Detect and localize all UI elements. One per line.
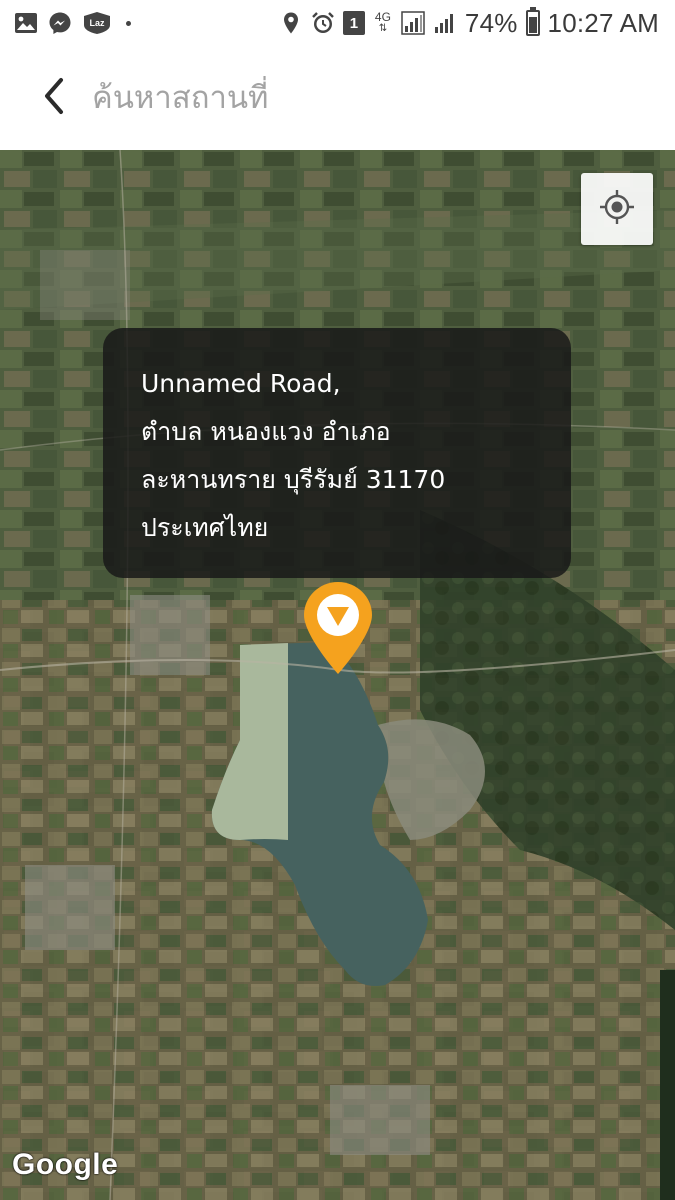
lazada-icon: Laz <box>82 11 112 35</box>
chevron-left-icon <box>39 76 69 120</box>
map-view[interactable]: Unnamed Road, ตำบล หนองแวง อำเภอ ละหานทร… <box>0 150 675 1200</box>
status-bar-notifications: Laz <box>14 10 131 36</box>
image-icon <box>14 11 38 35</box>
back-button[interactable] <box>30 74 78 122</box>
location-icon <box>279 11 303 35</box>
my-location-icon <box>597 187 637 231</box>
messenger-icon <box>48 11 72 35</box>
dot-icon <box>126 20 131 26</box>
svg-text:Laz: Laz <box>89 18 105 28</box>
address-line-4: ประเทศไทย <box>141 513 269 542</box>
address-line-1: Unnamed Road, <box>141 369 341 398</box>
battery-icon <box>525 7 540 36</box>
signal-1-icon <box>401 11 425 35</box>
search-input[interactable] <box>92 70 632 126</box>
status-bar-system: 1 4G ⇅ 74% 10:27 AM <box>279 7 659 38</box>
network-4g-icon: 4G ⇅ <box>374 10 391 34</box>
app-bar <box>0 46 675 150</box>
address-line-2: ตำบล หนองแวง อำเภอ <box>141 417 391 446</box>
battery-percent: 74% <box>464 7 518 38</box>
map-pin[interactable] <box>302 580 374 676</box>
signal-2-icon <box>433 11 457 35</box>
alarm-icon <box>311 11 335 35</box>
status-bar: Laz 1 4G ⇅ 74% 10:27 AM <box>0 0 675 46</box>
map-pin-icon <box>302 582 374 680</box>
address-line-3: ละหานทราย บุรีรัมย์ 31170 <box>141 465 446 494</box>
google-attribution: Google <box>12 1148 119 1181</box>
my-location-button[interactable] <box>581 173 653 245</box>
sim-icon: 1 <box>342 11 365 35</box>
address-info-window[interactable]: Unnamed Road, ตำบล หนองแวง อำเภอ ละหานทร… <box>103 328 571 578</box>
clock: 10:27 AM <box>547 7 659 38</box>
